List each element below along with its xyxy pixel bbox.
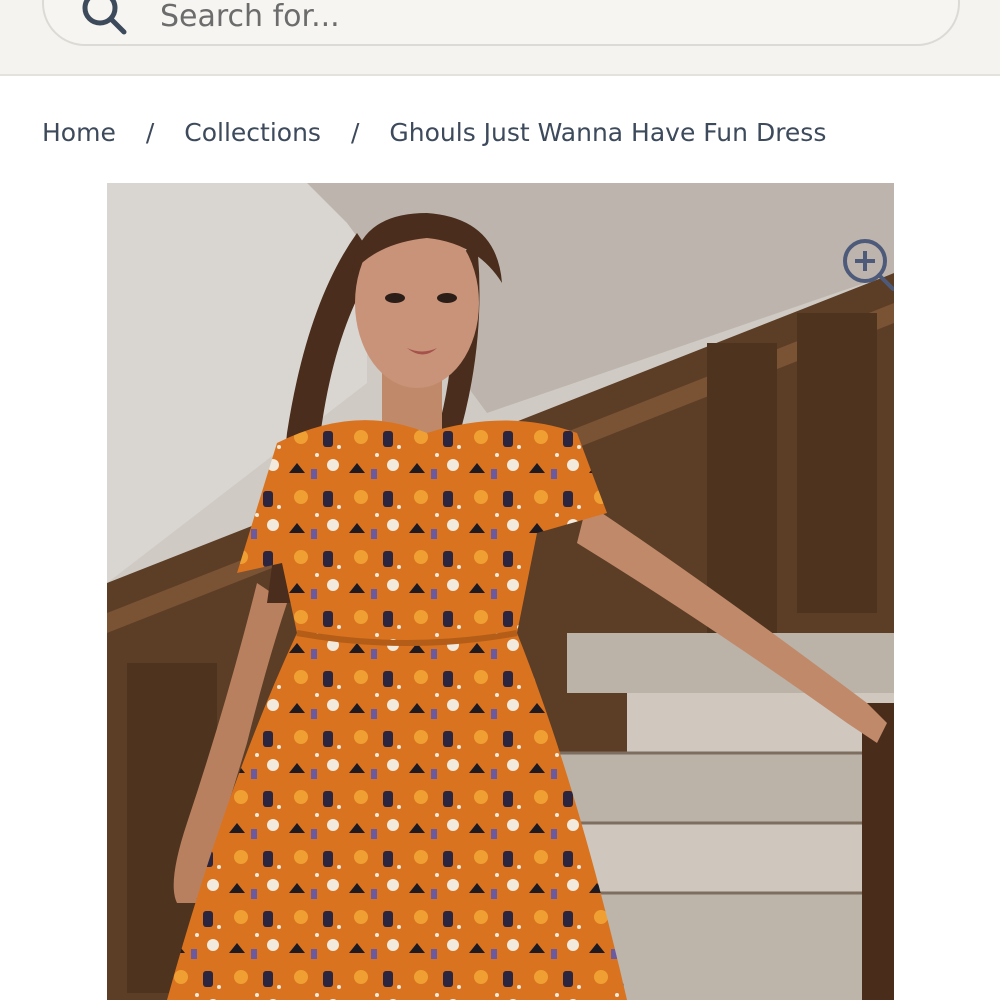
search-header: [0, 0, 1000, 76]
search-icon[interactable]: [78, 0, 130, 38]
product-main-image[interactable]: [107, 183, 894, 1000]
breadcrumb-collections-link[interactable]: Collections: [184, 118, 321, 147]
breadcrumb: Home / Collections / Ghouls Just Wanna H…: [42, 112, 826, 152]
breadcrumb-current-page: Ghouls Just Wanna Have Fun Dress: [389, 117, 827, 147]
breadcrumb-separator: /: [145, 117, 155, 147]
breadcrumb-separator: /: [350, 117, 360, 147]
search-box[interactable]: [42, 0, 960, 46]
search-input[interactable]: [160, 0, 920, 40]
product-photo: [107, 183, 894, 1000]
breadcrumb-home-link[interactable]: Home: [42, 118, 116, 147]
